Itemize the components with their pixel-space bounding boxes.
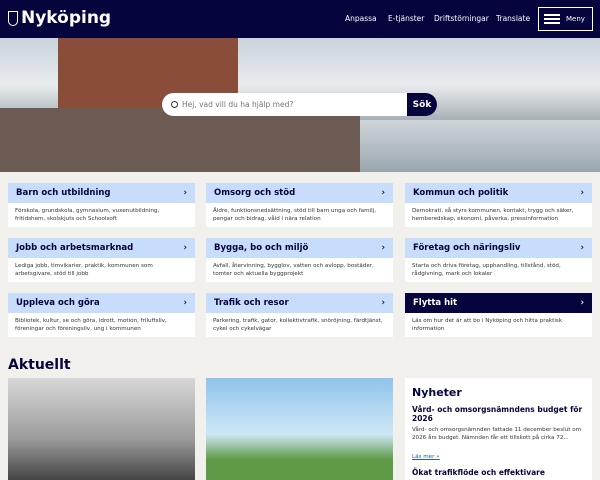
news-item-text: Vård- och omsorgsnämnden fattade 11 dece… <box>412 426 582 442</box>
search-icon <box>171 101 178 108</box>
nav-e-tjanster[interactable]: E-tjänster <box>388 14 424 23</box>
card-title-text: Uppleva och göra <box>16 298 100 308</box>
card-description: Demokrati, så styrs kommunen, kontakt, t… <box>412 208 574 223</box>
category-card[interactable]: Kommun och politik › Demokrati, så styrs k… <box>405 183 592 227</box>
hamburger-icon <box>544 14 560 24</box>
card-title[interactable]: Jobb och arbetsmarknad › <box>8 238 195 258</box>
search-button[interactable]: Sök <box>407 93 437 116</box>
card-description: Avfall, återvinning, bygglov, vatten och… <box>213 263 374 278</box>
chevron-right-icon: › <box>580 243 584 253</box>
aktuellt-heading: Aktuellt <box>8 357 71 373</box>
card-title-text: Jobb och arbetsmarknad <box>16 243 134 253</box>
card-title-text: Trafik och resor <box>214 298 289 308</box>
category-card[interactable]: Uppleva och göra › Bibliotek, kultur, se o… <box>8 293 195 337</box>
chevron-right-icon: › <box>580 188 584 198</box>
card-title-text: Företag och näringsliv <box>413 243 521 253</box>
card-title[interactable]: Flytta hit › <box>405 293 592 313</box>
chevron-right-icon: › <box>183 188 187 198</box>
chevron-right-icon: › <box>580 298 584 308</box>
card-description: Förskola, grundskola, gymnasium, vuxenut… <box>15 208 160 223</box>
nav-anpassa[interactable]: Anpassa <box>345 14 377 23</box>
card-title[interactable]: Bygga, bo och miljö › <box>206 238 393 258</box>
card-title[interactable]: Uppleva och göra › <box>8 293 195 313</box>
category-card[interactable]: Omsorg och stöd › Äldre, funktionsnedsättn… <box>206 183 393 227</box>
chevron-right-icon: › <box>381 188 385 198</box>
nav-driftstorningar[interactable]: Driftstörningar <box>434 14 489 23</box>
category-card[interactable]: Barn och utbildning › Förskola, grundskola… <box>8 183 195 227</box>
category-card[interactable]: Trafik och resor › Parkering, trafik, gato… <box>206 293 393 337</box>
crest-icon <box>8 10 18 26</box>
logo-text: Nyköping <box>21 8 112 28</box>
card-description: Äldre, funktionsnedsättning, stöd till b… <box>213 208 377 223</box>
card-description: Starta och driva företag, upphandling, t… <box>412 263 561 278</box>
search-bar: Sök <box>162 93 437 116</box>
news-item-title[interactable]: Vård- och omsorgsnämndens budget för 202… <box>412 405 585 424</box>
category-card[interactable]: Flytta hit › Läs om hur det är att bo i Ny… <box>405 293 592 337</box>
card-title[interactable]: Barn och utbildning › <box>8 183 195 203</box>
header: Nyköping Anpassa E-tjänster Driftstörnin… <box>0 0 600 38</box>
category-card[interactable]: Jobb och arbetsmarknad › Lediga jobb, timv… <box>8 238 195 282</box>
card-title-text: Omsorg och stöd <box>214 188 296 198</box>
chevron-right-icon: › <box>183 298 187 308</box>
quay <box>0 108 360 172</box>
logo[interactable]: Nyköping <box>8 8 111 28</box>
card-description: Lediga jobb, timvikarier, praktik, kommu… <box>15 263 153 278</box>
card-title[interactable]: Trafik och resor › <box>206 293 393 313</box>
news-panel: Nyheter Vård- och omsorgsnämndens budget… <box>405 378 592 480</box>
news-image-family[interactable] <box>8 378 195 480</box>
card-title-text: Flytta hit <box>413 298 458 308</box>
card-description: Bibliotek, kultur, se och göra, idrott, … <box>15 318 167 333</box>
chevron-right-icon: › <box>381 243 385 253</box>
read-more-link[interactable]: Läs mer » <box>412 454 440 460</box>
news-heading: Nyheter <box>412 386 462 399</box>
category-card[interactable]: Bygga, bo och miljö › Avfall, återvinning,… <box>206 238 393 282</box>
card-title-text: Barn och utbildning <box>16 188 111 198</box>
search-input[interactable] <box>178 100 407 109</box>
nav-translate[interactable]: Translate <box>496 14 530 23</box>
menu-label: Meny <box>566 15 585 23</box>
card-title-text: Kommun och politik <box>413 188 509 198</box>
water <box>360 120 600 172</box>
card-title[interactable]: Omsorg och stöd › <box>206 183 393 203</box>
card-title[interactable]: Företag och näringsliv › <box>405 238 592 258</box>
chevron-right-icon: › <box>183 243 187 253</box>
chevron-right-icon: › <box>381 298 385 308</box>
card-title[interactable]: Kommun och politik › <box>405 183 592 203</box>
news-image-kites[interactable] <box>206 378 393 480</box>
menu-button[interactable]: Meny <box>538 7 593 31</box>
news-item-title[interactable]: Ökat trafikflöde och effektivare <box>412 468 585 477</box>
card-title-text: Bygga, bo och miljö <box>214 243 309 253</box>
read-more-label: Läs mer <box>412 453 435 460</box>
card-description: Läs om hur det är att bo i Nyköping och … <box>412 318 563 333</box>
card-description: Parkering, trafik, gator, kollektivtrafi… <box>213 318 383 333</box>
category-card[interactable]: Företag och näringsliv › Starta och driva … <box>405 238 592 282</box>
